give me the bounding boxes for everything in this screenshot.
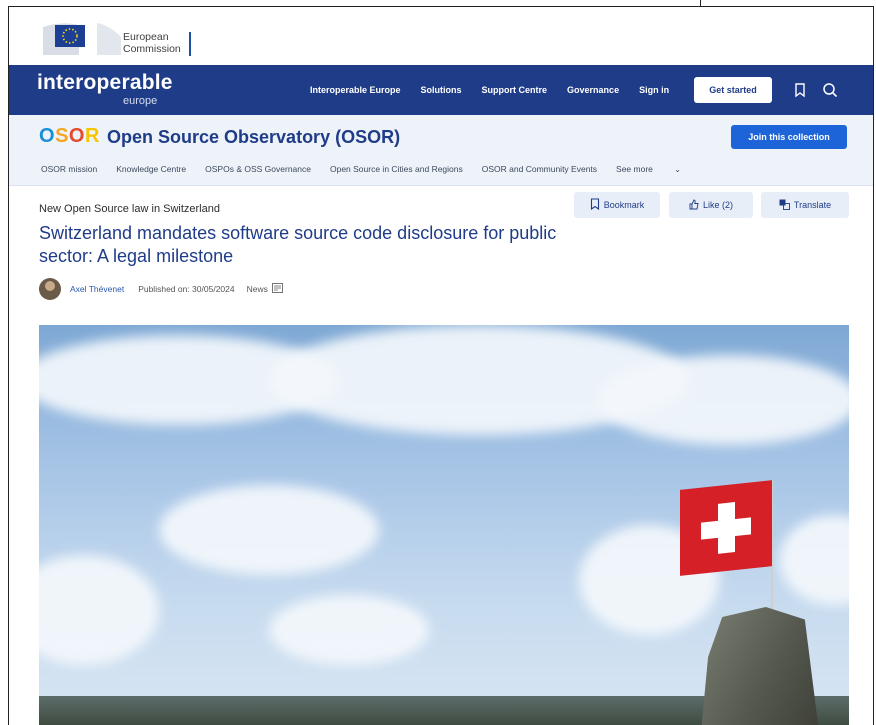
cloud-shape (159, 485, 379, 575)
like-label: Like (2) (702, 200, 733, 210)
osor-logo-letter: R (84, 125, 100, 147)
ec-divider (189, 32, 191, 56)
thumbs-up-icon (689, 199, 699, 212)
osor-logo-letter: O (39, 125, 56, 147)
hero-image-swiss-flag (39, 325, 849, 725)
bookmark-outline-icon (590, 198, 600, 212)
subnav-see-more[interactable]: See more ⌄ (616, 164, 700, 174)
interoperable-europe-logo[interactable]: interoperable europe (37, 71, 173, 107)
subnav-osor-mission[interactable]: OSOR mission (41, 164, 97, 174)
collection-title[interactable]: Open Source Observatory (OSOR) (107, 127, 400, 148)
ec-name: European Commission (123, 31, 181, 55)
nav-link-governance[interactable]: Governance (567, 85, 619, 95)
bookmark-icon[interactable] (791, 81, 809, 99)
ec-logo[interactable]: European Commission (37, 15, 217, 59)
article-meta: Axel Thévenet Published on: 30/05/2024 N… (39, 278, 283, 300)
join-collection-button[interactable]: Join this collection (731, 125, 847, 149)
eu-flag-icon (55, 25, 85, 47)
get-started-button[interactable]: Get started (694, 77, 772, 103)
nav-link-solutions[interactable]: Solutions (421, 85, 462, 95)
article-title: Switzerland mandates software source cod… (39, 223, 557, 266)
cloud-shape (599, 355, 849, 445)
nav-link-interoperable-europe[interactable]: Interoperable Europe (310, 85, 401, 95)
content-type: News (246, 284, 268, 294)
translate-icon (779, 199, 790, 212)
bookmark-button[interactable]: Bookmark (574, 192, 660, 218)
author-avatar[interactable] (39, 278, 61, 300)
swiss-flag-icon (680, 480, 772, 576)
ec-name-line2: Commission (123, 43, 181, 55)
cloud-shape (269, 595, 429, 665)
rock-shape (701, 607, 819, 725)
cloud-shape (779, 515, 849, 605)
browser-viewport: European Commission interoperable europe… (8, 6, 874, 725)
author-link[interactable]: Axel Thévenet (70, 284, 124, 294)
see-more-label: See more (616, 164, 653, 174)
translate-label: Translate (793, 200, 832, 210)
ec-header: European Commission (9, 7, 873, 65)
subnav-open-source-cities-regions[interactable]: Open Source in Cities and Regions (330, 164, 463, 174)
cloud-shape (39, 555, 159, 665)
osor-logo-letter: O (68, 125, 85, 147)
bookmark-label: Bookmark (603, 200, 645, 210)
article-kicker: New Open Source law in Switzerland (39, 203, 220, 215)
flag-cross-horizontal (701, 517, 751, 540)
nav-links: Interoperable Europe Solutions Support C… (310, 65, 689, 115)
subnav-knowledge-centre[interactable]: Knowledge Centre (116, 164, 186, 174)
translate-button[interactable]: Translate (761, 192, 849, 218)
brand-subtitle: europe (123, 95, 158, 107)
subnav-osor-community-events[interactable]: OSOR and Community Events (482, 164, 597, 174)
publish-date: Published on: 30/05/2024 (138, 284, 235, 294)
collection-header: OSOR Open Source Observatory (OSOR) Join… (9, 115, 873, 186)
main-navigation: interoperable europe Interoperable Europ… (9, 65, 873, 115)
nav-link-sign-in[interactable]: Sign in (639, 85, 669, 95)
nav-link-support-centre[interactable]: Support Centre (482, 85, 548, 95)
ec-name-line1: European (123, 31, 169, 43)
subnav-ospos-oss-governance[interactable]: OSPOs & OSS Governance (205, 164, 311, 174)
collection-subnav: OSOR mission Knowledge Centre OSPOs & OS… (41, 164, 719, 174)
chevron-down-icon: ⌄ (674, 165, 681, 174)
search-icon[interactable] (821, 81, 839, 99)
brand-name: interoperable (37, 71, 173, 94)
osor-logo-letter: S (55, 125, 69, 147)
like-button[interactable]: Like (2) (669, 192, 753, 218)
news-icon (271, 283, 283, 295)
osor-logo[interactable]: OSOR (39, 125, 100, 148)
